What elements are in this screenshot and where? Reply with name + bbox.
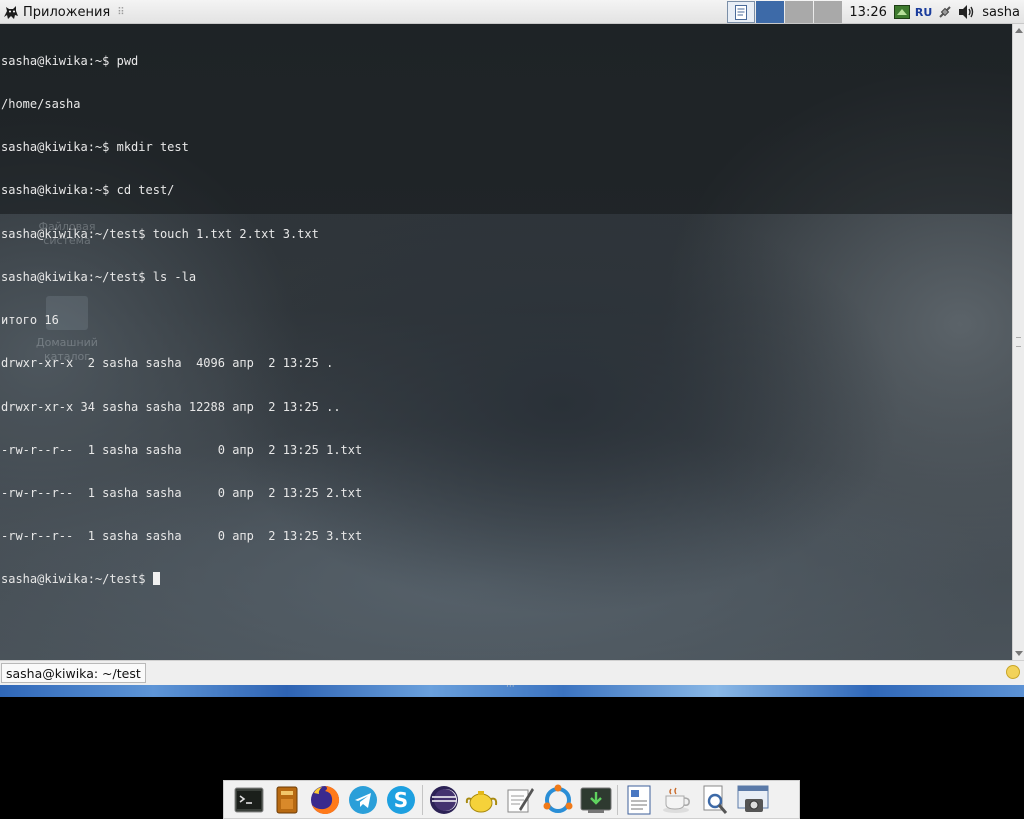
teapot-icon[interactable] [465,783,499,817]
document-icon [735,4,748,20]
terminal-line: итого 16 [1,313,59,328]
terminal-prompt-line[interactable]: sasha@kiwika:~/test$ [1,572,362,586]
network-icon[interactable] [541,783,575,817]
dock-separator [617,784,618,815]
coffee-icon[interactable] [660,783,694,817]
document-viewer-icon[interactable] [622,783,656,817]
terminal-line: sasha@kiwika:~$ cd test/ [1,183,175,198]
terminal-line: -rw-r--r-- 1 sasha sasha 0 апр 2 13:25 3… [1,529,363,544]
network-manager-icon[interactable] [893,3,911,21]
search-file-icon[interactable] [698,783,732,817]
user-menu[interactable]: sasha [978,5,1024,20]
show-desktop-button[interactable] [727,1,756,23]
scroll-up-arrow-icon[interactable] [1015,28,1023,33]
top-panel: Приложения ⠿ 13:26 RU sasha [0,0,1024,24]
terminal-line: /home/sasha [1,97,81,112]
terminal-line: sasha@kiwika:~$ mkdir test [1,140,189,155]
skype-icon[interactable]: S [384,783,418,817]
scroll-down-arrow-icon[interactable] [1015,651,1023,656]
terminal-line: sasha@kiwika:~$ pwd [1,53,139,68]
dock-separator [422,784,423,815]
notification-icon[interactable] [1006,665,1020,679]
scroll-grip-icon[interactable] [1016,337,1021,347]
connection-plug-icon[interactable] [936,3,954,21]
terminal-prompt: sasha@kiwika:~/test$ [1,572,153,587]
terminal-cursor [152,572,160,586]
cat-logo-icon [4,6,18,19]
terminal-line: -rw-r--r-- 1 sasha sasha 0 апр 2 13:25 1… [1,442,363,457]
download-icon[interactable] [579,783,613,817]
system-tray: 13:26 RU sasha [727,0,1024,24]
panel-handle-icon[interactable]: ··· [506,682,515,692]
applications-menu[interactable]: Приложения ⠿ [2,2,125,22]
terminal-line: sasha@kiwika:~/test$ touch 1.txt 2.txt 3… [1,226,319,241]
volume-icon[interactable] [958,3,976,21]
workspace-3-button[interactable] [814,1,843,23]
wallpaper-strip: ··· [0,682,1024,697]
firefox-icon[interactable] [308,783,342,817]
terminal-line: drwxr-xr-x 34 sasha sasha 12288 апр 2 13… [1,399,341,414]
terminal-window[interactable]: Файловая система Домашний каталог sasha@… [0,24,1012,660]
taskbar-window-button[interactable]: sasha@kiwika: ~/test [1,663,146,683]
panel-grip-icon: ⠿ [117,6,125,18]
svg-text:S: S [394,788,408,812]
application-dock: S [223,780,800,819]
terminal-line: drwxr-xr-x 2 sasha sasha 4096 апр 2 13:2… [1,356,334,371]
text-editor-icon[interactable] [503,783,537,817]
terminal-line: -rw-r--r-- 1 sasha sasha 0 апр 2 13:25 2… [1,486,363,500]
terminal-line: sasha@kiwika:~/test$ ls -la [1,269,197,284]
eclipse-icon[interactable] [427,783,461,817]
workspace-2-button[interactable] [785,1,814,23]
applications-menu-label: Приложения [23,4,111,20]
telegram-icon[interactable] [346,783,380,817]
terminal-output[interactable]: sasha@kiwika:~$ pwd /home/sasha sasha@ki… [1,25,362,616]
workspace-1-button[interactable] [756,1,785,23]
screenshot-icon[interactable] [736,783,770,817]
terminal-icon[interactable] [232,783,266,817]
terminal-scrollbar[interactable] [1012,24,1024,660]
clock[interactable]: 13:26 [843,5,890,20]
keyboard-layout-indicator[interactable]: RU [913,6,934,19]
library-icon[interactable] [270,783,304,817]
